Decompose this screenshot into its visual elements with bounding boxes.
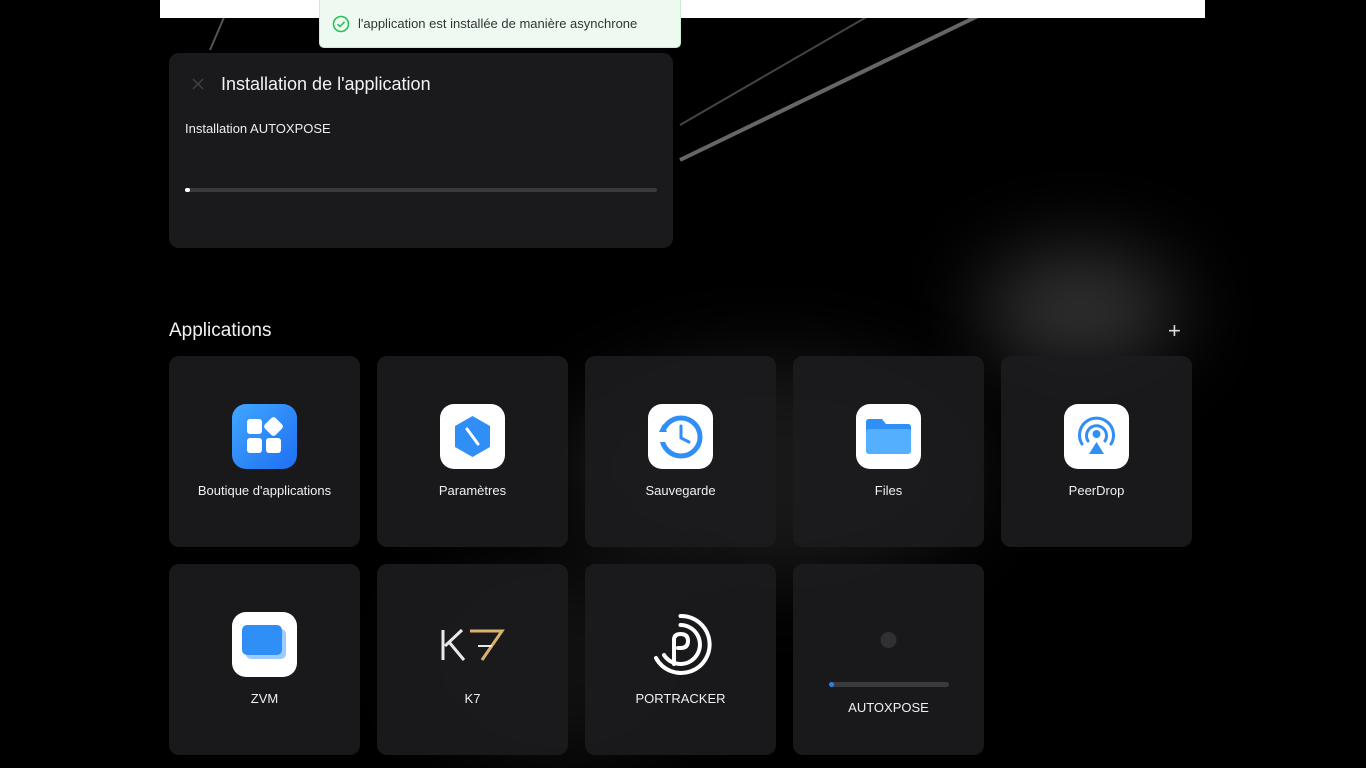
backup-icon	[648, 404, 713, 469]
app-label: Sauvegarde	[645, 483, 716, 498]
app-card-portracker[interactable]: PORTRACKER	[585, 564, 776, 755]
app-label: Boutique d'applications	[197, 483, 332, 498]
add-app-button[interactable]: +	[1168, 320, 1181, 342]
close-icon[interactable]	[191, 77, 205, 91]
install-progress-bar	[185, 188, 657, 192]
app-label: PeerDrop	[1068, 483, 1125, 498]
app-label: AUTOXPOSE	[848, 700, 929, 715]
app-card-parametres[interactable]: Paramètres	[377, 356, 568, 547]
k7-logo-icon	[440, 612, 505, 677]
app-card-zvm[interactable]: ZVM	[169, 564, 360, 755]
toast-message: l'application est installée de manière a…	[358, 16, 638, 31]
applications-heading: Applications	[169, 320, 272, 341]
install-panel-subtitle: Installation AUTOXPOSE	[185, 121, 331, 136]
app-card-k7[interactable]: K7	[377, 564, 568, 755]
app-card-files[interactable]: Files	[793, 356, 984, 547]
install-progress-fill	[185, 188, 190, 192]
app-card-peerdrop[interactable]: PeerDrop	[1001, 356, 1192, 547]
app-label: ZVM	[250, 691, 279, 706]
installing-icon	[856, 612, 921, 677]
app-label: Paramètres	[438, 483, 507, 498]
settings-icon	[440, 404, 505, 469]
app-label: Files	[874, 483, 903, 498]
peerdrop-icon	[1064, 404, 1129, 469]
app-label: PORTRACKER	[635, 691, 726, 706]
app-label: K7	[464, 691, 481, 706]
app-card-autoxpose[interactable]: AUTOXPOSE	[793, 564, 984, 755]
success-toast: l'application est installée de manière a…	[319, 0, 681, 48]
app-install-progress-fill	[829, 682, 834, 687]
check-circle-icon	[332, 15, 350, 32]
portracker-icon	[648, 612, 713, 677]
top-header-strip	[160, 0, 1205, 18]
app-card-boutique[interactable]: Boutique d'applications	[169, 356, 360, 547]
app-store-icon	[232, 404, 297, 469]
install-panel-title: Installation de l'application	[221, 74, 431, 94]
app-card-sauvegarde[interactable]: Sauvegarde	[585, 356, 776, 547]
folder-icon	[856, 404, 921, 469]
install-panel: Installation de l'application Installati…	[169, 53, 673, 248]
zvm-icon	[232, 612, 297, 677]
app-install-progress	[829, 682, 949, 687]
